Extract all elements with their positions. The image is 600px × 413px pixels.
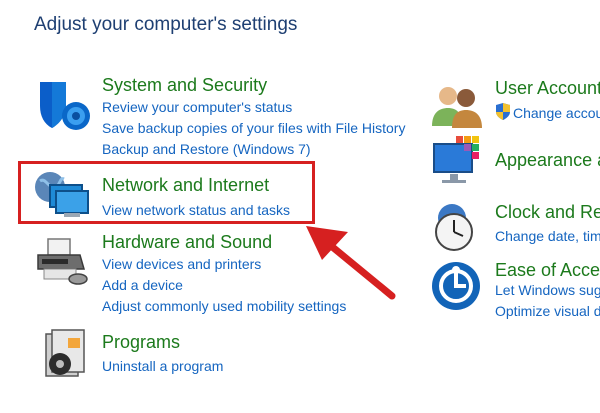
programs-link[interactable]: Programs [102,332,180,353]
programs-icon [45,329,85,377]
change-account-link[interactable]: Change accoun [513,105,600,121]
printer-icon [37,238,88,285]
clock-icon [435,204,473,251]
page-title: Adjust your computer's settings [34,14,298,35]
hardware-sound-link[interactable]: Hardware and Sound [102,232,272,253]
add-device-link[interactable]: Add a device [102,277,183,293]
user-accounts-link[interactable]: User Account [495,78,600,99]
uac-shield-icon [496,103,510,120]
ease-of-access-link[interactable]: Ease of Acces [495,260,600,281]
optimize-visual-link[interactable]: Optimize visual di [495,303,600,319]
clock-region-link[interactable]: Clock and Reg [495,202,600,223]
devices-printers-link[interactable]: View devices and printers [102,256,261,272]
uninstall-program-link[interactable]: Uninstall a program [102,358,223,374]
users-icon [432,87,482,128]
backup-restore-link[interactable]: Backup and Restore (Windows 7) [102,141,311,157]
file-history-link[interactable]: Save backup copies of your files with Fi… [102,120,405,136]
ease-of-access-icon [432,262,480,310]
network-internet-link[interactable]: Network and Internet [102,175,269,196]
change-date-time-link[interactable]: Change date, time [495,228,600,244]
network-status-link[interactable]: View network status and tasks [102,202,290,218]
appearance-link[interactable]: Appearance a [495,150,600,171]
windows-suggest-link[interactable]: Let Windows sugg [495,282,600,298]
right-column: User Account Change accoun Appearance a … [420,60,600,330]
review-status-link[interactable]: Review your computer's status [102,99,292,115]
network-icon [35,172,89,217]
mobility-settings-link[interactable]: Adjust commonly used mobility settings [102,298,346,314]
system-security-link[interactable]: System and Security [102,75,267,96]
appearance-icon [433,136,479,183]
shield-icon [40,82,90,130]
